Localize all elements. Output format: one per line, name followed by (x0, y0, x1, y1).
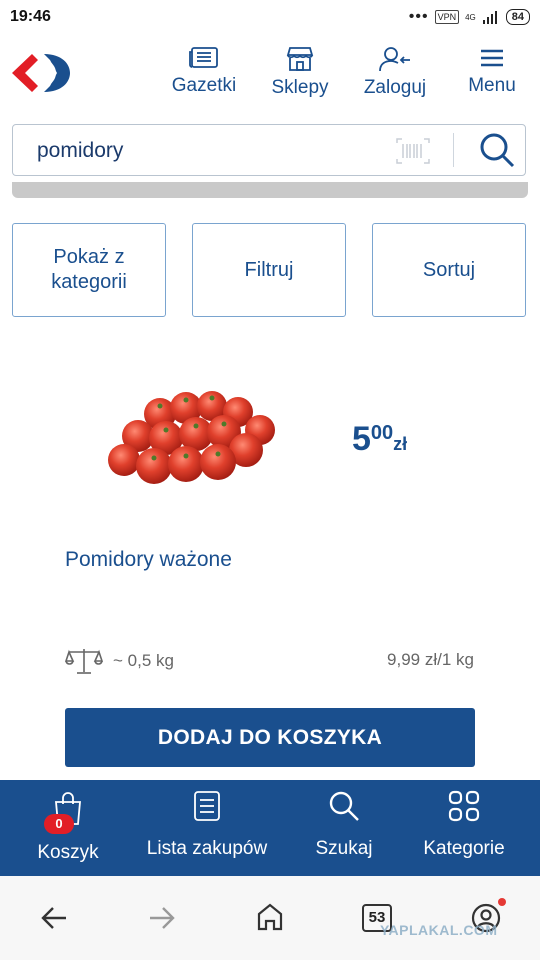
product-name[interactable]: Pomidory ważone (65, 548, 232, 572)
sort-button[interactable]: Sortuj (372, 223, 526, 317)
weight-info: ~ 0,5 kg (65, 646, 174, 676)
newspaper-icon (189, 47, 218, 68)
nav-gazetki[interactable]: Gazetki (159, 46, 249, 97)
nav-categories[interactable]: Kategorie (414, 790, 514, 860)
nav-shopping-list[interactable]: Lista zakupów (136, 790, 278, 860)
scale-icon (65, 649, 103, 674)
vpn-badge: VPN (434, 10, 460, 24)
product-price: 500zł (352, 420, 407, 459)
nav-search[interactable]: Szukaj (304, 790, 384, 860)
nav-label-gazetki: Gazetki (171, 75, 237, 96)
search-icon[interactable] (475, 131, 519, 169)
shopping-list-icon (194, 791, 220, 821)
watermark: YAPLAKAL.COM (380, 922, 498, 938)
forward-arrow-icon[interactable] (148, 905, 176, 931)
price-decimal: 00 (370, 422, 394, 444)
nav-label-cart: Koszyk (37, 842, 99, 863)
back-arrow-icon[interactable] (40, 905, 68, 931)
nav-label-shopping-list: Lista zakupów (146, 838, 268, 859)
search-icon (329, 791, 359, 821)
home-icon[interactable] (256, 902, 284, 932)
status-time: 19:46 (10, 8, 51, 25)
barcode-icon[interactable] (395, 137, 431, 165)
app-header: Gazetki Sklepy Zaloguj Menu (0, 36, 540, 118)
signal-icon (482, 11, 497, 24)
network-label: 4G (465, 12, 476, 22)
price-integer: 5 (352, 420, 371, 458)
nav-label-zaloguj: Zaloguj (363, 77, 427, 98)
status-icons: ••• VPN 4G 84 (409, 8, 530, 26)
nav-sklepy[interactable]: Sklepy (255, 46, 345, 99)
product-image[interactable] (100, 384, 286, 496)
search-bar[interactable]: pomidory (12, 124, 526, 176)
nav-menu[interactable]: Menu (447, 46, 537, 97)
search-input[interactable]: pomidory (37, 139, 123, 163)
unit-price: 9,99 zł/1 kg (387, 650, 474, 669)
weight-label: ~ 0,5 kg (113, 651, 174, 670)
grid-icon (448, 790, 480, 822)
filter-label: Filtruj (244, 258, 294, 281)
more-dots-icon: ••• (408, 8, 429, 25)
sort-label: Sortuj (422, 258, 476, 281)
price-currency: zł (393, 434, 408, 454)
user-login-icon (379, 47, 410, 72)
cart-count-badge: 0 (44, 814, 74, 834)
battery-indicator: 84 (505, 9, 530, 25)
notification-dot (498, 898, 506, 906)
filter-bar-shadow (12, 182, 528, 198)
show-categories-label: Pokaż z kategorii (51, 246, 127, 293)
show-categories-button[interactable]: Pokaż z kategorii (12, 223, 166, 317)
nav-label-search: Szukaj (315, 838, 373, 859)
nav-label-categories: Kategorie (423, 838, 505, 859)
store-icon (286, 47, 314, 71)
search-divider (453, 133, 454, 167)
carrefour-logo[interactable] (10, 52, 72, 94)
nav-label-sklepy: Sklepy (271, 77, 329, 98)
filter-button[interactable]: Filtruj (192, 223, 346, 317)
add-to-cart-button[interactable]: DODAJ DO KOSZYKA (65, 708, 475, 767)
nav-label-menu: Menu (468, 75, 516, 96)
bottom-navigation: Koszyk Lista zakupów Szukaj Kategorie (0, 780, 540, 876)
nav-zaloguj[interactable]: Zaloguj (350, 46, 440, 99)
hamburger-icon (481, 49, 503, 67)
